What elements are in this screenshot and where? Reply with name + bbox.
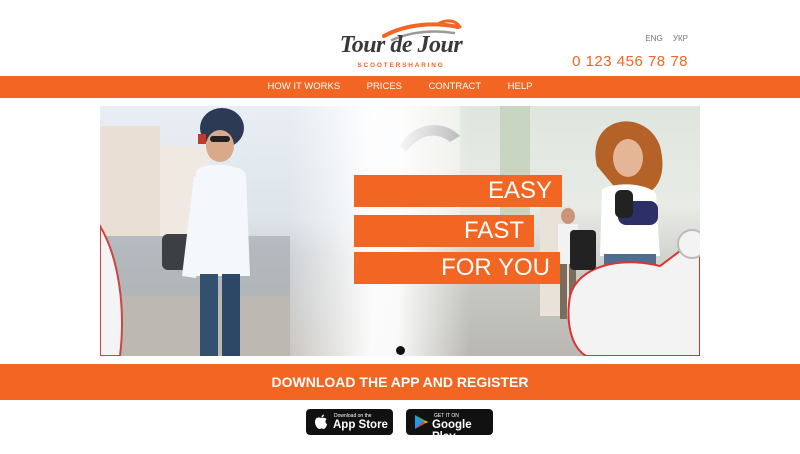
main-nav: HOW IT WORKS PRICES CONTRACT HELP	[0, 76, 800, 98]
app-store-big-text: App Store	[333, 419, 388, 431]
nav-help[interactable]: HELP	[508, 76, 533, 98]
header: Tour de Jour SCOOTERSHARING ENG УКР 0 12…	[0, 0, 800, 76]
google-play-icon	[415, 415, 429, 429]
nav-prices[interactable]: PRICES	[367, 76, 402, 98]
google-play-button[interactable]: GET IT ON Google Play	[406, 409, 493, 443]
slogan-fast: FAST	[354, 215, 534, 247]
slogan-easy: EASY	[354, 175, 562, 207]
download-banner: DOWNLOAD THE APP AND REGISTER	[0, 364, 800, 400]
language-ukr[interactable]: УКР	[673, 34, 688, 43]
app-store-button[interactable]: Download on the App Store	[306, 409, 393, 435]
apple-icon	[315, 414, 327, 429]
phone-number[interactable]: 0 123 456 78 78	[572, 53, 688, 70]
nav-contract[interactable]: CONTRACT	[428, 76, 481, 98]
google-play-big-text: Google Play	[432, 419, 472, 443]
carousel-dot-1[interactable]	[396, 346, 405, 355]
nav-how-it-works[interactable]: HOW IT WORKS	[268, 76, 341, 98]
slogan-for-you: FOR YOU	[354, 252, 560, 284]
language-switcher: ENG УКР	[637, 34, 688, 43]
logo-wordmark: Tour de Jour	[339, 32, 463, 58]
logo-tagline: SCOOTERSHARING	[357, 62, 445, 69]
hero-slider: EASY FAST FOR YOU	[100, 106, 700, 356]
language-eng[interactable]: ENG	[645, 34, 662, 43]
brand-logo[interactable]: Tour de Jour SCOOTERSHARING	[326, 18, 478, 70]
